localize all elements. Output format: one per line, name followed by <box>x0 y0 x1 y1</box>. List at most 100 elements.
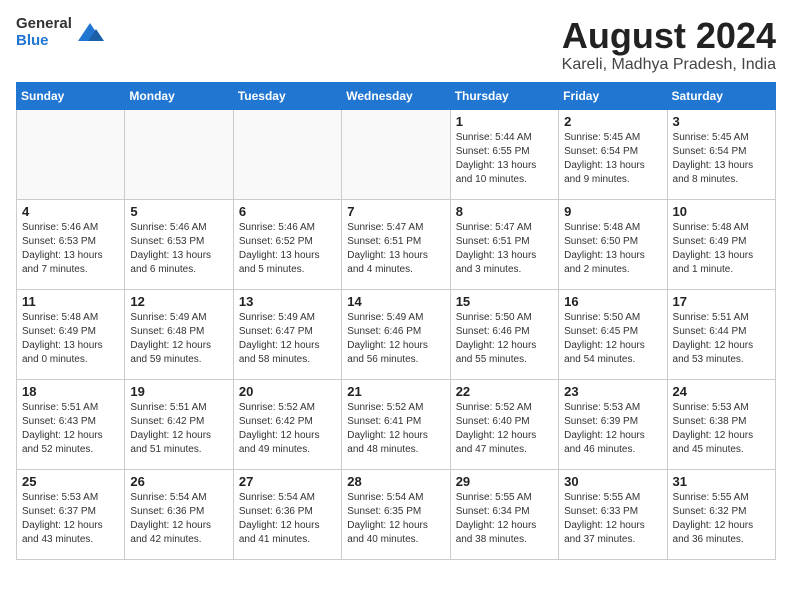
calendar-cell: 17 Sunrise: 5:51 AM Sunset: 6:44 PM Dayli… <box>667 289 775 379</box>
day-number: 3 <box>673 114 770 129</box>
day-number: 18 <box>22 384 119 399</box>
day-number: 10 <box>673 204 770 219</box>
cell-info: Sunrise: 5:53 AM Sunset: 6:39 PM Dayligh… <box>564 401 661 457</box>
day-number: 22 <box>456 384 553 399</box>
header-thursday: Thursday <box>450 82 558 109</box>
calendar-cell: 13 Sunrise: 5:49 AM Sunset: 6:47 PM Dayli… <box>233 289 341 379</box>
calendar-cell <box>233 109 341 199</box>
day-number: 16 <box>564 294 661 309</box>
cell-info: Sunrise: 5:45 AM Sunset: 6:54 PM Dayligh… <box>564 131 661 187</box>
header-wednesday: Wednesday <box>342 82 450 109</box>
day-number: 23 <box>564 384 661 399</box>
cell-info: Sunrise: 5:46 AM Sunset: 6:52 PM Dayligh… <box>239 221 336 277</box>
cell-info: Sunrise: 5:55 AM Sunset: 6:33 PM Dayligh… <box>564 491 661 547</box>
week-row-2: 4 Sunrise: 5:46 AM Sunset: 6:53 PM Daylig… <box>17 199 776 289</box>
calendar-cell: 5Sunrise: 5:46 AM Sunset: 6:53 PM Daylig… <box>125 199 233 289</box>
cell-info: Sunrise: 5:52 AM Sunset: 6:41 PM Dayligh… <box>347 401 444 457</box>
calendar-cell <box>125 109 233 199</box>
cell-info: Sunrise: 5:52 AM Sunset: 6:42 PM Dayligh… <box>239 401 336 457</box>
day-number: 30 <box>564 474 661 489</box>
cell-info: Sunrise: 5:55 AM Sunset: 6:34 PM Dayligh… <box>456 491 553 547</box>
header-sunday: Sunday <box>17 82 125 109</box>
header-friday: Friday <box>559 82 667 109</box>
cell-info: Sunrise: 5:53 AM Sunset: 6:38 PM Dayligh… <box>673 401 770 457</box>
cell-info: Sunrise: 5:54 AM Sunset: 6:36 PM Dayligh… <box>130 491 227 547</box>
cell-info: Sunrise: 5:48 AM Sunset: 6:49 PM Dayligh… <box>673 221 770 277</box>
calendar-cell: 27Sunrise: 5:54 AM Sunset: 6:36 PM Dayli… <box>233 469 341 559</box>
calendar-cell: 28Sunrise: 5:54 AM Sunset: 6:35 PM Dayli… <box>342 469 450 559</box>
calendar-cell: 23 Sunrise: 5:53 AM Sunset: 6:39 PM Dayli… <box>559 379 667 469</box>
calendar-cell: 16 Sunrise: 5:50 AM Sunset: 6:45 PM Dayli… <box>559 289 667 379</box>
page-header: General Blue August 2024 Kareli, Madhya … <box>16 16 776 74</box>
day-number: 15 <box>456 294 553 309</box>
calendar-cell: 10 Sunrise: 5:48 AM Sunset: 6:49 PM Dayli… <box>667 199 775 289</box>
logo-icon <box>76 19 104 47</box>
calendar-cell <box>342 109 450 199</box>
cell-info: Sunrise: 5:46 AM Sunset: 6:53 PM Dayligh… <box>22 221 119 277</box>
cell-info: Sunrise: 5:49 AM Sunset: 6:47 PM Dayligh… <box>239 311 336 367</box>
week-row-5: 25 Sunrise: 5:53 AM Sunset: 6:37 PM Dayli… <box>17 469 776 559</box>
calendar-cell: 22 Sunrise: 5:52 AM Sunset: 6:40 PM Dayli… <box>450 379 558 469</box>
cell-info: Sunrise: 5:45 AM Sunset: 6:54 PM Dayligh… <box>673 131 770 187</box>
calendar-cell: 12Sunrise: 5:49 AM Sunset: 6:48 PM Dayli… <box>125 289 233 379</box>
title-block: August 2024 Kareli, Madhya Pradesh, Indi… <box>562 16 776 74</box>
cell-info: Sunrise: 5:52 AM Sunset: 6:40 PM Dayligh… <box>456 401 553 457</box>
calendar-cell: 24Sunrise: 5:53 AM Sunset: 6:38 PM Dayli… <box>667 379 775 469</box>
day-number: 5 <box>130 204 227 219</box>
day-number: 6 <box>239 204 336 219</box>
calendar-cell <box>17 109 125 199</box>
calendar-cell: 3 Sunrise: 5:45 AM Sunset: 6:54 PM Daylig… <box>667 109 775 199</box>
day-number: 7 <box>347 204 444 219</box>
cell-info: Sunrise: 5:49 AM Sunset: 6:46 PM Dayligh… <box>347 311 444 367</box>
header-tuesday: Tuesday <box>233 82 341 109</box>
day-number: 11 <box>22 294 119 309</box>
calendar-cell: 8Sunrise: 5:47 AM Sunset: 6:51 PM Daylig… <box>450 199 558 289</box>
calendar-table: SundayMondayTuesdayWednesdayThursdayFrid… <box>16 82 776 560</box>
day-number: 26 <box>130 474 227 489</box>
calendar-cell: 15Sunrise: 5:50 AM Sunset: 6:46 PM Dayli… <box>450 289 558 379</box>
day-number: 19 <box>130 384 227 399</box>
calendar-cell: 29 Sunrise: 5:55 AM Sunset: 6:34 PM Dayli… <box>450 469 558 559</box>
month-title: August 2024 <box>562 16 776 56</box>
day-number: 4 <box>22 204 119 219</box>
week-row-4: 18 Sunrise: 5:51 AM Sunset: 6:43 PM Dayli… <box>17 379 776 469</box>
day-number: 1 <box>456 114 553 129</box>
calendar-cell: 2Sunrise: 5:45 AM Sunset: 6:54 PM Daylig… <box>559 109 667 199</box>
calendar-cell: 30 Sunrise: 5:55 AM Sunset: 6:33 PM Dayli… <box>559 469 667 559</box>
day-number: 8 <box>456 204 553 219</box>
cell-info: Sunrise: 5:48 AM Sunset: 6:50 PM Dayligh… <box>564 221 661 277</box>
day-number: 29 <box>456 474 553 489</box>
cell-info: Sunrise: 5:51 AM Sunset: 6:44 PM Dayligh… <box>673 311 770 367</box>
logo: General Blue <box>16 16 104 49</box>
calendar-cell: 21 Sunrise: 5:52 AM Sunset: 6:41 PM Dayli… <box>342 379 450 469</box>
calendar-cell: 7 Sunrise: 5:47 AM Sunset: 6:51 PM Daylig… <box>342 199 450 289</box>
day-number: 12 <box>130 294 227 309</box>
cell-info: Sunrise: 5:48 AM Sunset: 6:49 PM Dayligh… <box>22 311 119 367</box>
calendar-cell: 6 Sunrise: 5:46 AM Sunset: 6:52 PM Daylig… <box>233 199 341 289</box>
logo-general-text: General <box>16 16 72 33</box>
logo-blue-text: Blue <box>16 33 72 50</box>
cell-info: Sunrise: 5:47 AM Sunset: 6:51 PM Dayligh… <box>347 221 444 277</box>
day-number: 21 <box>347 384 444 399</box>
cell-info: Sunrise: 5:51 AM Sunset: 6:43 PM Dayligh… <box>22 401 119 457</box>
week-row-3: 11 Sunrise: 5:48 AM Sunset: 6:49 PM Dayli… <box>17 289 776 379</box>
cell-info: Sunrise: 5:53 AM Sunset: 6:37 PM Dayligh… <box>22 491 119 547</box>
day-number: 31 <box>673 474 770 489</box>
day-number: 25 <box>22 474 119 489</box>
location: Kareli, Madhya Pradesh, India <box>562 56 776 74</box>
calendar-cell: 4 Sunrise: 5:46 AM Sunset: 6:53 PM Daylig… <box>17 199 125 289</box>
cell-info: Sunrise: 5:50 AM Sunset: 6:45 PM Dayligh… <box>564 311 661 367</box>
cell-info: Sunrise: 5:55 AM Sunset: 6:32 PM Dayligh… <box>673 491 770 547</box>
day-number: 20 <box>239 384 336 399</box>
header-row: SundayMondayTuesdayWednesdayThursdayFrid… <box>17 82 776 109</box>
calendar-cell: 26 Sunrise: 5:54 AM Sunset: 6:36 PM Dayli… <box>125 469 233 559</box>
day-number: 13 <box>239 294 336 309</box>
day-number: 27 <box>239 474 336 489</box>
cell-info: Sunrise: 5:44 AM Sunset: 6:55 PM Dayligh… <box>456 131 553 187</box>
day-number: 14 <box>347 294 444 309</box>
calendar-cell: 14 Sunrise: 5:49 AM Sunset: 6:46 PM Dayli… <box>342 289 450 379</box>
day-number: 17 <box>673 294 770 309</box>
day-number: 9 <box>564 204 661 219</box>
header-saturday: Saturday <box>667 82 775 109</box>
calendar-cell: 19Sunrise: 5:51 AM Sunset: 6:42 PM Dayli… <box>125 379 233 469</box>
